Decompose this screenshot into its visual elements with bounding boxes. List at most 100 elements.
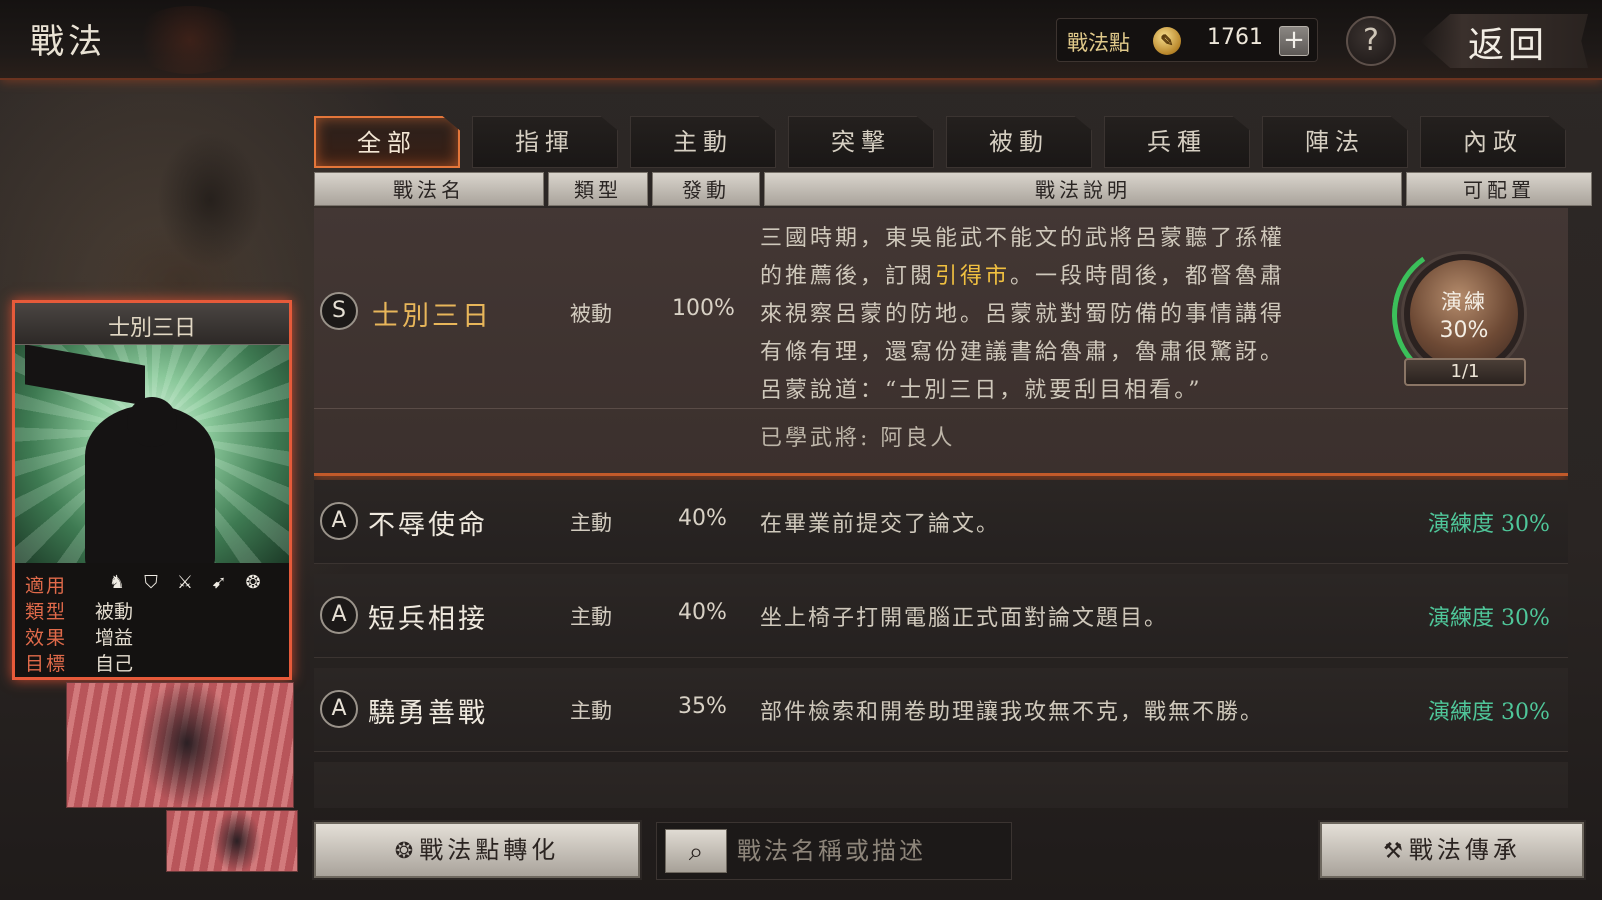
learned-generals: 已學武將: 阿良人: [760, 426, 956, 451]
skill-description: 三國時期，東吳能武不能文的武將呂蒙聽了孫權 的推薦後，訂閱引得市。一段時間後，都…: [760, 220, 1400, 410]
tab-troop[interactable]: 兵種: [1104, 116, 1250, 168]
divider: [314, 408, 1568, 409]
skill-rate: 35%: [678, 694, 727, 719]
skill-points-coin-icon: ✎: [1153, 27, 1181, 55]
convert-points-label: 戰法點轉化: [419, 836, 560, 864]
top-bar: 戰法 戰法點 ✎ 1761 + ? 返回: [0, 0, 1602, 80]
stat-key: 目標: [25, 653, 68, 675]
crossed-swords-icon: ⚔: [176, 572, 194, 593]
practice-level: 演練度 30%: [1428, 700, 1550, 725]
skill-points-coin-icon: ❂: [394, 839, 418, 864]
practice-orb-value: 30%: [1439, 318, 1489, 343]
tab-assault[interactable]: 突擊: [788, 116, 934, 168]
description-fragment: 。一段時間後，都督魯肅: [1010, 264, 1286, 289]
card-stats: 適用 ♞ ⛉ ⚔ ➹ ❂ 類型 被動 效果 增益 目標 自己: [15, 563, 289, 677]
description-line: 呂蒙說道：“士別三日，就要刮目相看。”: [760, 378, 1203, 403]
tab-active[interactable]: 主動: [630, 116, 776, 168]
stat-row-effect: 效果 增益: [25, 623, 133, 649]
stat-key: 類型: [25, 601, 68, 623]
skill-row[interactable]: A 短兵相接 主動 40% 坐上椅子打開電腦正式面對論文題目。 演練度 30%: [314, 574, 1568, 658]
selected-skill-card: 士別三日 適用 ♞ ⛉ ⚔ ➹ ❂ 類型 被動 效果 增益 目標 自己: [12, 300, 292, 680]
skill-description: 部件檢索和開卷助理讓我攻無不克，戰無不勝。: [760, 700, 1265, 725]
page-title: 戰法: [30, 22, 106, 62]
tab-formation[interactable]: 陣法: [1262, 116, 1408, 168]
tab-domestic[interactable]: 內政: [1420, 116, 1566, 168]
title-ornament: [130, 6, 250, 74]
skill-card-thumbnail[interactable]: [166, 810, 298, 872]
practice-count: 1/1: [1404, 358, 1526, 386]
practice-orb-label: 演練: [1441, 290, 1487, 314]
rank-badge: A: [320, 690, 358, 728]
description-line: 有條有理，還寫份建議書給魯肅，魯肅很驚訝。: [760, 340, 1286, 365]
search-icon: ⌕: [688, 837, 704, 867]
stat-row-applicable: 適用 ♞ ⛉ ⚔ ➹ ❂: [25, 571, 261, 597]
column-header-configurable[interactable]: 可配置: [1406, 172, 1592, 206]
description-line: 的推薦後，訂閱引得市。一段時間後，都督魯肅: [760, 258, 1285, 290]
skill-row[interactable]: A 驍勇善戰 主動 35% 部件檢索和開卷助理讓我攻無不克，戰無不勝。 演練度 …: [314, 668, 1568, 752]
skill-description: 在畢業前提交了論文。: [760, 512, 1001, 537]
skill-points-label: 戰法點: [1067, 31, 1130, 55]
stat-row-type: 類型 被動: [25, 597, 133, 623]
column-header-name[interactable]: 戰法名: [314, 172, 544, 206]
skill-card-artwork: [15, 345, 289, 563]
column-header-trigger[interactable]: 發動: [652, 172, 760, 206]
description-line: 來視察呂蒙的防地。呂蒙就對蜀防備的事情講得: [760, 302, 1286, 327]
skill-rate: 40%: [678, 600, 727, 625]
skill-row[interactable]: [314, 762, 1568, 808]
search-input[interactable]: [737, 831, 1003, 871]
search-bar: ⌕: [656, 822, 1012, 880]
help-button[interactable]: ?: [1346, 16, 1396, 66]
add-points-button[interactable]: +: [1279, 26, 1309, 56]
skill-card-thumbnail[interactable]: [66, 682, 294, 808]
skill-rate: 100%: [672, 296, 735, 321]
category-tabs: 全部 指揮 主動 突擊 被動 兵種 陣法 內政: [314, 116, 1568, 168]
tab-passive[interactable]: 被動: [946, 116, 1092, 168]
skill-list: S 士別三日 被動 100% 三國時期，東吳能武不能文的武將呂蒙聽了孫權 的推薦…: [314, 208, 1568, 808]
back-button-label[interactable]: 返回: [1468, 16, 1548, 68]
practice-level: 演練度 30%: [1428, 512, 1550, 537]
tab-all[interactable]: 全部: [314, 116, 460, 168]
skill-row[interactable]: A 不辱使命 主動 40% 在畢業前提交了論文。 演練度 30%: [314, 480, 1568, 564]
banner-silhouette: [25, 345, 145, 406]
skill-row-selected[interactable]: S 士別三日 被動 100% 三國時期，東吳能武不能文的武將呂蒙聽了孫權 的推薦…: [314, 208, 1568, 476]
rank-badge: A: [320, 596, 358, 634]
inherit-skill-label: 戰法傳承: [1408, 836, 1521, 864]
unit-type-icons: ♞ ⛉ ⚔ ➹ ❂: [105, 571, 265, 595]
card-title-bar: 士別三日: [15, 303, 289, 345]
practice-orb-button[interactable]: 演練 30%: [1404, 254, 1524, 374]
stat-value: 被動: [95, 601, 134, 623]
stat-row-target: 目標 自己: [25, 649, 133, 675]
search-button[interactable]: ⌕: [665, 829, 727, 873]
wheel-icon: ❂: [245, 572, 261, 593]
card-title: 士別三日: [107, 316, 196, 341]
column-header-type[interactable]: 類型: [548, 172, 648, 206]
warrior-head-silhouette: [127, 397, 177, 447]
description-fragment: 的推薦後，訂閱: [760, 264, 936, 289]
inherit-skill-button[interactable]: ⚒戰法傳承: [1320, 822, 1584, 878]
stat-value: 自己: [95, 653, 134, 675]
skill-points-display: 戰法點 ✎ 1761 +: [1056, 18, 1318, 62]
description-highlight: 引得市: [935, 264, 1011, 289]
skill-name: 短兵相接: [368, 604, 488, 635]
skill-type: 主動: [570, 699, 612, 723]
description-line: 三國時期，東吳能武不能文的武將呂蒙聽了孫權: [760, 226, 1286, 251]
skill-rate: 40%: [678, 506, 727, 531]
tab-command[interactable]: 指揮: [472, 116, 618, 168]
skill-type: 主動: [570, 605, 612, 629]
stat-key: 效果: [25, 627, 68, 649]
convert-points-button[interactable]: ❂戰法點轉化: [314, 822, 640, 878]
skill-type: 主動: [570, 511, 612, 535]
hero-portrait: [60, 90, 300, 320]
archer-icon: ➹: [211, 572, 227, 593]
skill-name: 士別三日: [372, 301, 492, 332]
shield-icon: ⛉: [144, 572, 158, 593]
skill-name: 不辱使命: [368, 510, 488, 541]
stat-key: 適用: [25, 575, 68, 597]
rank-badge: S: [320, 292, 358, 330]
skill-description: 坐上椅子打開電腦正式面對論文題目。: [760, 606, 1169, 631]
rank-badge: A: [320, 502, 358, 540]
cavalry-icon: ♞: [108, 572, 126, 593]
stat-value: 增益: [95, 627, 134, 649]
skill-points-value: 1761: [1207, 25, 1263, 50]
skill-type: 被動: [570, 302, 612, 326]
